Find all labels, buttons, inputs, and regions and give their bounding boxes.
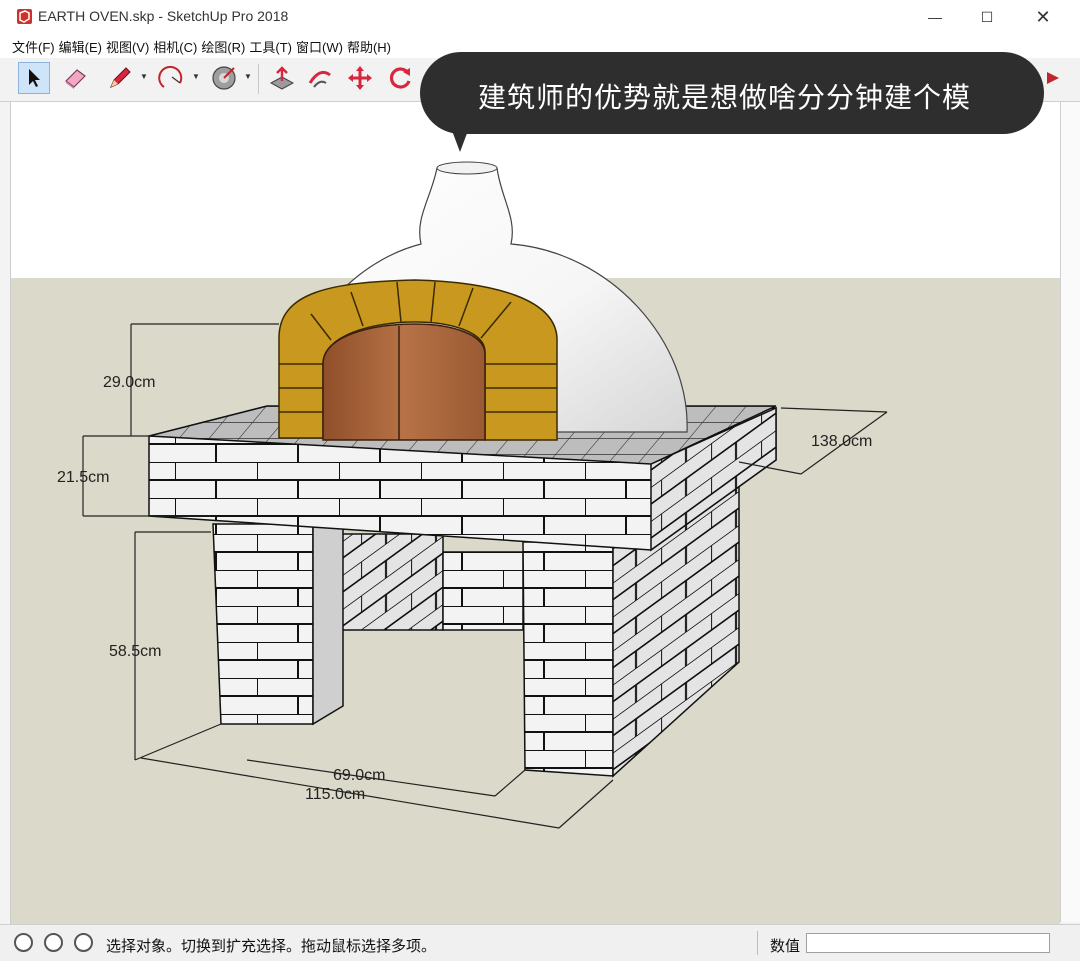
status-divider bbox=[757, 931, 758, 955]
window-title: EARTH OVEN.skp - SketchUp Pro 2018 bbox=[38, 8, 289, 24]
menu-help[interactable]: 帮助(H) bbox=[347, 37, 391, 56]
eraser-icon bbox=[65, 69, 86, 89]
user-account-icon[interactable] bbox=[74, 933, 93, 952]
pencil-dropdown-icon[interactable]: ▼ bbox=[140, 72, 148, 81]
arc-icon bbox=[158, 66, 183, 88]
earth-oven-model[interactable]: 29.0cm 21.5cm 58.5cm 138.0cm 69.0cm 115.… bbox=[11, 102, 1060, 924]
title-bar: EARTH OVEN.skp - SketchUp Pro 2018 — ☐ ✕ bbox=[0, 0, 1080, 34]
pencil-tool-button[interactable] bbox=[104, 62, 136, 94]
select-icon bbox=[29, 69, 40, 87]
dim-dome-height: 29.0cm bbox=[103, 374, 155, 391]
dim-top-thickness: 21.5cm bbox=[57, 469, 109, 486]
dim-base-height: 58.5cm bbox=[109, 643, 161, 660]
maximize-button[interactable]: ☐ bbox=[964, 0, 1010, 34]
credits-info-icon[interactable] bbox=[44, 933, 63, 952]
minimize-button[interactable]: — bbox=[912, 0, 958, 34]
dim-depth: 138.0cm bbox=[811, 433, 872, 450]
move-icon bbox=[348, 66, 372, 90]
eraser-tool-button[interactable] bbox=[60, 62, 92, 94]
status-hint: 选择对象。切换到扩充选择。拖动鼠标选择多项。 bbox=[106, 938, 437, 955]
dim-total-width: 115.0cm bbox=[305, 786, 365, 803]
menu-file[interactable]: 文件(F) bbox=[12, 37, 55, 56]
sketchup-window: EARTH OVEN.skp - SketchUp Pro 2018 — ☐ ✕… bbox=[0, 0, 1080, 961]
measurements-input[interactable] bbox=[806, 933, 1050, 953]
caption-text: 建筑师的优势就是想做啥分分钟建个模 bbox=[478, 82, 972, 113]
menu-edit[interactable]: 编辑(E) bbox=[59, 37, 102, 56]
push-pull-icon bbox=[269, 66, 295, 90]
rotate-tool-button[interactable] bbox=[384, 62, 416, 94]
paint-dropdown-icon[interactable]: ▼ bbox=[244, 72, 252, 81]
rotate-icon bbox=[389, 67, 411, 89]
toolbar-divider bbox=[258, 64, 259, 94]
menu-camera[interactable]: 相机(C) bbox=[153, 37, 197, 56]
follow-me-tool-button[interactable] bbox=[304, 62, 336, 94]
default-tray-panel[interactable] bbox=[1060, 102, 1080, 922]
push-pull-tool-button[interactable] bbox=[266, 62, 298, 94]
paint-tool-button[interactable] bbox=[208, 62, 240, 94]
menu-tools[interactable]: 工具(T) bbox=[249, 37, 292, 56]
follow-me-icon bbox=[308, 70, 331, 88]
close-button[interactable]: ✕ bbox=[1020, 0, 1066, 34]
oven-door[interactable] bbox=[322, 323, 486, 441]
dim-inner-width: 69.0cm bbox=[333, 767, 385, 784]
arrow-icon bbox=[1047, 72, 1059, 84]
paint-bucket-icon bbox=[212, 66, 236, 90]
menu-view[interactable]: 视图(V) bbox=[106, 37, 149, 56]
measurements-label: 数值 bbox=[770, 938, 801, 955]
pencil-icon bbox=[110, 67, 131, 88]
arc-dropdown-icon[interactable]: ▼ bbox=[192, 72, 200, 81]
select-tool-button[interactable] bbox=[18, 62, 50, 94]
arc-tool-button[interactable] bbox=[156, 62, 188, 94]
model-viewport[interactable]: 29.0cm 21.5cm 58.5cm 138.0cm 69.0cm 115.… bbox=[10, 102, 1060, 924]
menu-window[interactable]: 窗口(W) bbox=[296, 37, 343, 56]
menu-draw[interactable]: 绘图(R) bbox=[201, 37, 245, 56]
status-bar: 选择对象。切换到扩充选择。拖动鼠标选择多项。 数值 bbox=[0, 924, 1080, 961]
geo-location-icon[interactable] bbox=[14, 933, 33, 952]
front-left-leg bbox=[212, 502, 344, 726]
caption-bubble-tail bbox=[448, 120, 472, 152]
sketchup-logo-icon bbox=[17, 9, 32, 24]
move-tool-button[interactable] bbox=[344, 62, 376, 94]
